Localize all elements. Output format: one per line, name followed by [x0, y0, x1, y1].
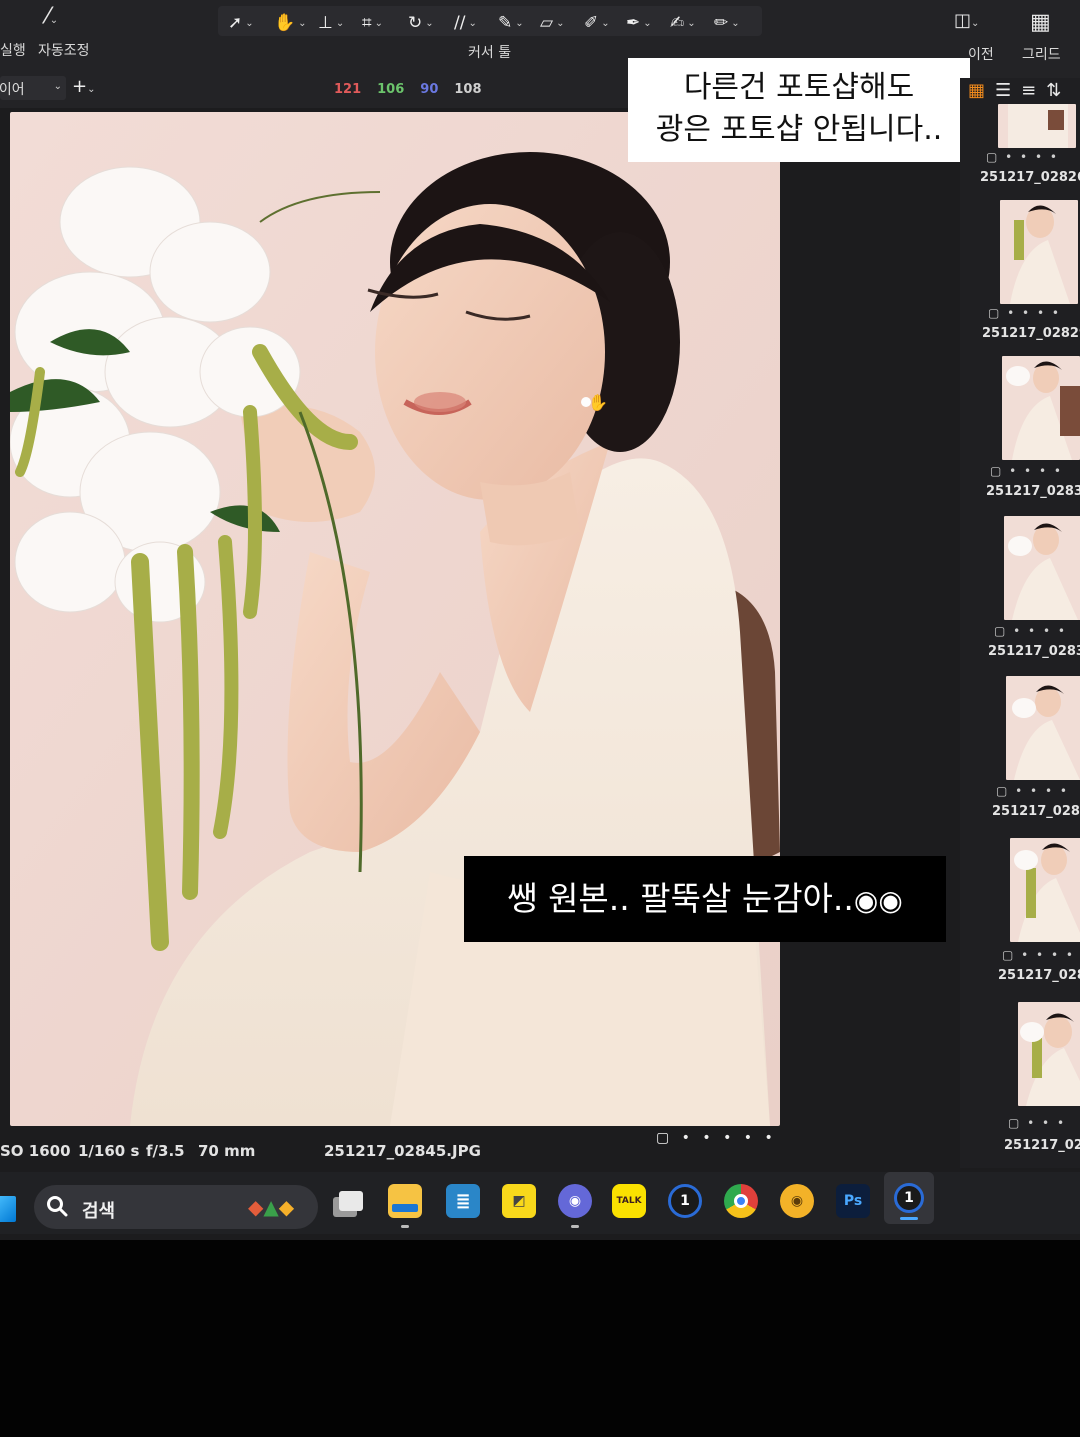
- app-one-badge: 1: [680, 1193, 690, 1209]
- eyedropper-tool[interactable]: ✒ ⌄: [626, 13, 652, 33]
- dark-bezel-area: [0, 1240, 1080, 1437]
- thumbnail-rating-dots[interactable]: ▢ • • • •: [990, 464, 1063, 478]
- search-icon: [47, 1196, 68, 1217]
- search-placeholder: 검색: [82, 1201, 116, 1222]
- thumbnail[interactable]: [1000, 200, 1078, 304]
- brush-tool[interactable]: ✎ ⌄: [498, 13, 524, 33]
- thumbnail-name: 251217_028: [1004, 1138, 1080, 1153]
- thumbnail-rating-dots[interactable]: ▢ • • • •: [988, 306, 1061, 320]
- focal-length-value: 70 mm: [198, 1142, 256, 1160]
- thumbnail[interactable]: [1004, 516, 1080, 620]
- chevron-down-icon: ⌄: [53, 81, 62, 92]
- rgb-readout: 121 106 90 108: [334, 82, 482, 97]
- thumbnail-name: 251217_02835: [988, 644, 1080, 659]
- rating-dots[interactable]: ▢ • • • • •: [656, 1130, 777, 1146]
- grid-icon[interactable]: ▦: [1030, 12, 1051, 34]
- kakaotalk-icon[interactable]: TALK: [612, 1184, 646, 1218]
- thumbnail-rating-dots[interactable]: ▢ • • • •: [1002, 948, 1075, 962]
- caption-top-line2: 광은 포토샵 안됩니다..: [655, 112, 943, 147]
- thumbnail[interactable]: [1002, 356, 1080, 460]
- viewer-app-icon[interactable]: ◉: [780, 1184, 814, 1218]
- thumbnail-rating-dots[interactable]: ▢ • • • •: [996, 784, 1069, 798]
- run-label[interactable]: 실행: [0, 40, 26, 60]
- sticky-notes-icon[interactable]: ◩: [502, 1184, 536, 1218]
- app-one-icon[interactable]: 1: [668, 1184, 702, 1218]
- photoshop-label: Ps: [843, 1193, 863, 1209]
- cursor-tool-label: 커서 툴: [468, 45, 512, 61]
- thumbnail-name: 251217_02829.: [982, 326, 1080, 341]
- blue-value: 90: [420, 82, 439, 97]
- photoshop-icon[interactable]: Ps: [836, 1184, 870, 1218]
- thumbnail-name: 251217_0283: [992, 804, 1080, 819]
- thumbnail[interactable]: [998, 104, 1076, 148]
- crop-tool[interactable]: ⌗ ⌄: [362, 13, 383, 33]
- layer-select[interactable]: 레이어 ⌄: [0, 76, 66, 100]
- pen-tool[interactable]: ✐ ⌄: [584, 13, 610, 33]
- camera-app-icon[interactable]: ◉: [558, 1184, 592, 1228]
- thumbnail[interactable]: [1018, 1002, 1080, 1106]
- green-value: 106: [377, 82, 405, 97]
- search-input[interactable]: 검색 ◆▲◆: [34, 1185, 318, 1229]
- aperture-value: f/3.5: [146, 1142, 185, 1160]
- kakaotalk-label: TALK: [616, 1196, 642, 1206]
- thumbnail-rating-dots[interactable]: ▢ • • •: [1008, 1116, 1066, 1130]
- chrome-icon[interactable]: [724, 1184, 758, 1218]
- red-value: 121: [334, 82, 362, 97]
- list-view-icon[interactable]: ☰: [995, 80, 1011, 101]
- active-app-badge: 1: [904, 1190, 914, 1206]
- task-view-icon[interactable]: [334, 1184, 368, 1218]
- tool-strip: ➚ ⌄ ✋ ⌄ ⊥ ⌄ ⌗ ⌄ ↻ ⌄ //⌄ ✎ ⌄ ▱ ⌄ ✐ ⌄ ✒ ⌄ ✍ ⌄ ✏ ⌄: [218, 6, 762, 36]
- eraser-tool[interactable]: ▱ ⌄: [540, 13, 564, 33]
- layer-select-value: 레이어: [0, 82, 25, 98]
- caption-bottom: 쌩 원본.. 팔뚝살 눈감아..◉◉: [464, 856, 946, 942]
- caption-bottom-text: 쌩 원본.. 팔뚝살 눈감아..: [507, 879, 854, 918]
- select-arrow-tool[interactable]: ➚ ⌄: [228, 13, 254, 33]
- sort-icon[interactable]: ⇅: [1046, 80, 1061, 101]
- ornament-icon: ◆▲◆: [248, 1195, 295, 1219]
- magic-wand-icon[interactable]: ⁄⌄: [46, 6, 58, 28]
- pencil-tool[interactable]: ✏ ⌄: [714, 13, 740, 33]
- hand-cursor-icon: ✋: [588, 393, 608, 412]
- current-filename: 251217_02845.JPG: [324, 1142, 481, 1160]
- straighten-tool[interactable]: //⌄: [454, 13, 477, 33]
- shutter-value: 1/160 s: [78, 1142, 140, 1160]
- eyes-emoji-icon: ◉◉: [853, 884, 903, 917]
- caption-top-line1: 다른건 포토샵해도: [683, 70, 915, 105]
- fill-tool[interactable]: ✍ ⌄: [670, 13, 696, 33]
- main-photo[interactable]: ✋: [10, 112, 780, 1126]
- rotate-tool[interactable]: ↻ ⌄: [408, 13, 434, 33]
- thumbnail-name: 251217_02826.J: [980, 170, 1080, 185]
- detail-view-icon[interactable]: ≡: [1021, 80, 1036, 101]
- grid-label[interactable]: 그리드: [1022, 44, 1061, 64]
- compare-view-icon[interactable]: ◫⌄: [954, 12, 979, 30]
- thumbnail-name: 251217_028: [998, 968, 1080, 983]
- notepad-icon[interactable]: ≣: [446, 1184, 480, 1218]
- prev-label[interactable]: 이전: [968, 44, 994, 64]
- taskbar: 검색 ◆▲◆ ≣ ◩ ◉ TALK 1 ◉ Ps 1: [0, 1172, 1080, 1234]
- thumbnail[interactable]: [1006, 676, 1080, 780]
- active-app-icon[interactable]: 1: [884, 1172, 934, 1224]
- filmstrip-view-icons: ▦ ☰ ≡ ⇅: [968, 80, 1061, 101]
- thumbnail-grid-icon[interactable]: ▦: [968, 80, 985, 101]
- luminance-value: 108: [454, 82, 482, 97]
- thumbnail-rating-dots[interactable]: ▢ • • • •: [994, 624, 1067, 638]
- thumbnail-rating-dots[interactable]: ▢ • • • •: [986, 150, 1059, 164]
- iso-value: SO 1600: [0, 1142, 71, 1160]
- thumbnail[interactable]: [1010, 838, 1080, 942]
- hand-tool[interactable]: ✋ ⌄: [274, 13, 307, 33]
- auto-adjust-label[interactable]: 자동조정: [38, 40, 90, 60]
- caption-top: 다른건 포토샵해도 광은 포토샵 안됩니다..: [628, 58, 970, 162]
- windows-start-icon[interactable]: [0, 1196, 16, 1222]
- status-bar: SO 1600 1/160 s f/3.5 70 mm 251217_02845…: [0, 1130, 960, 1170]
- stamp-tool[interactable]: ⊥ ⌄: [318, 13, 344, 33]
- monitor-screen: ⁄⌄ 실행 자동조정 ➚ ⌄ ✋ ⌄ ⊥ ⌄ ⌗ ⌄ ↻ ⌄ //⌄ ✎ ⌄ ▱ ⌄ ✐ ⌄ ✒…: [0, 0, 1080, 1240]
- add-button[interactable]: +⌄: [72, 76, 95, 97]
- file-explorer-icon[interactable]: [388, 1184, 422, 1228]
- thumbnail-name: 251217_02832: [986, 484, 1080, 499]
